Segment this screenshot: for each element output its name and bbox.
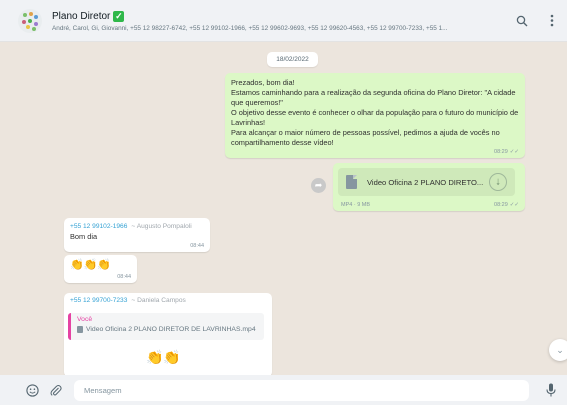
quote-text: Video Oficina 2 PLANO DIRETOR DE LAVRINH… <box>86 326 256 333</box>
message-input[interactable] <box>74 379 529 401</box>
group-avatar[interactable] <box>18 8 42 33</box>
read-ticks-icon: ✓✓ <box>509 202 519 208</box>
chat-area[interactable]: 18/02/2022 Prezados, bom dia! Estamos ca… <box>0 42 567 375</box>
message-text: Prezados, bom dia! Estamos caminhando pa… <box>231 78 519 147</box>
quote-author: Você <box>77 316 93 323</box>
sender-name: ~ Daniela Campos <box>131 297 186 304</box>
document-icon <box>77 326 83 333</box>
incoming-message[interactable]: 👏👏👏 08:44 <box>64 255 137 283</box>
file-card[interactable]: Video Oficina 2 PLANO DIRETO... ⭣ <box>338 168 515 196</box>
outgoing-message[interactable]: Prezados, bom dia! Estamos caminhando pa… <box>225 73 525 158</box>
incoming-reply-message[interactable]: +55 12 99700-7233 ~ Daniela Campos Você V… <box>64 293 272 375</box>
clapping-hands-emoji: 👏👏 <box>146 349 181 365</box>
quoted-message[interactable]: Você Video Oficina 2 PLANO DIRETOR DE LA… <box>68 313 264 340</box>
chat-header[interactable]: Plano Diretor ✓ André, Carol, Gi, Giovan… <box>0 0 567 42</box>
message-time: 08:29 ✓✓ <box>494 149 519 155</box>
compose-bar <box>0 375 567 405</box>
file-name: Video Oficina 2 PLANO DIRETO... <box>367 177 484 187</box>
download-icon[interactable]: ⭣ <box>489 173 507 191</box>
incoming-message[interactable]: +55 12 99102-1966 ~ Augusto Pompaloli Bom… <box>64 218 210 252</box>
outgoing-file-message[interactable]: Video Oficina 2 PLANO DIRETO... ⭣ MP4 · … <box>333 163 525 211</box>
file-meta: MP4 · 9 MB <box>341 202 371 208</box>
document-icon <box>346 175 357 189</box>
message-time: 08:44 <box>117 274 131 280</box>
scroll-down-button[interactable]: ⌄ <box>549 339 567 361</box>
group-info[interactable]: Plano Diretor ✓ André, Carol, Gi, Giovan… <box>52 9 505 32</box>
sender-number[interactable]: +55 12 99102-1966 <box>70 223 127 230</box>
sender-number[interactable]: +55 12 99700-7233 <box>70 297 127 304</box>
menu-icon[interactable] <box>545 14 559 28</box>
read-ticks-icon: ✓✓ <box>509 149 519 155</box>
group-members: André, Carol, Gi, Giovanni, +55 12 98227… <box>52 25 448 32</box>
attach-icon[interactable] <box>48 382 64 398</box>
mic-icon[interactable] <box>543 382 559 398</box>
message-time: 08:29 ✓✓ <box>494 202 519 208</box>
search-icon[interactable] <box>515 14 529 28</box>
message-time: 08:44 <box>190 243 204 249</box>
sender-name: ~ Augusto Pompaloli <box>131 223 192 230</box>
sender: +55 12 99700-7233 ~ Daniela Campos <box>70 297 266 304</box>
sender: +55 12 99102-1966 ~ Augusto Pompaloli <box>70 223 204 230</box>
emoji-icon[interactable] <box>24 382 40 398</box>
group-name: Plano Diretor <box>52 10 111 22</box>
forward-icon[interactable]: ➦ <box>311 178 326 193</box>
message-text: Bom dia <box>70 232 98 241</box>
clapping-hands-emoji: 👏👏👏 <box>70 259 112 271</box>
date-chip: 18/02/2022 <box>267 52 318 67</box>
verified-check-icon: ✓ <box>113 10 125 22</box>
